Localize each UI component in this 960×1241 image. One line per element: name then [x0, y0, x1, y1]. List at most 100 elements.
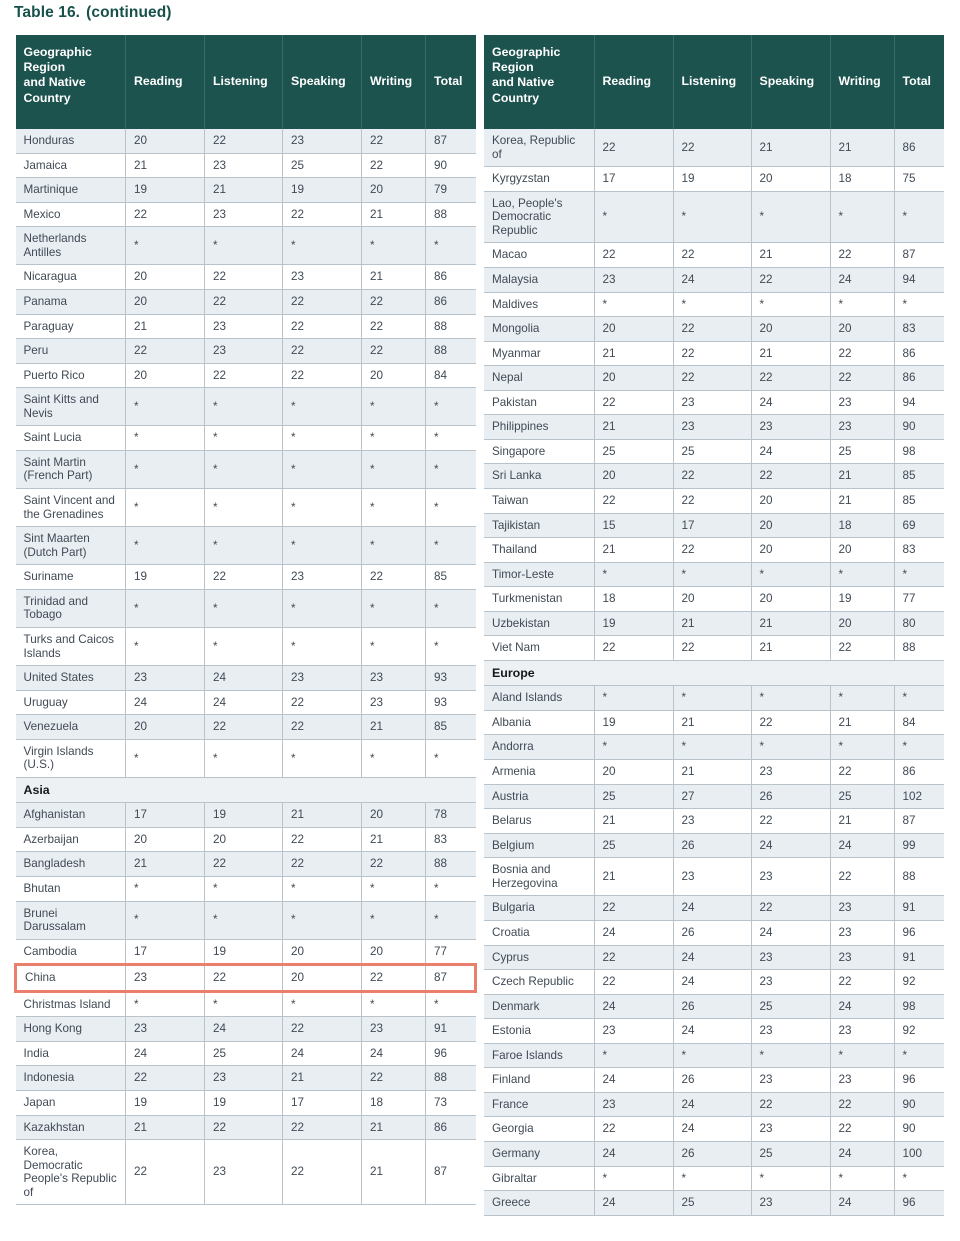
table-row: France 23 24 22 22 90: [484, 1092, 944, 1118]
total-cell: 73: [425, 1090, 476, 1116]
total-cell: 88: [425, 338, 476, 364]
listening-cell: 22: [673, 635, 752, 661]
speaking-cell: 23: [751, 1190, 831, 1216]
speaking-cell: 21: [751, 129, 831, 168]
country-cell: Timor-Leste: [484, 562, 595, 588]
listening-cell: 23: [673, 390, 752, 416]
writing-cell: 22: [361, 1065, 426, 1092]
writing-cell: 21: [830, 463, 895, 489]
country-cell: Korea, Democratic People's Republic of: [15, 1139, 126, 1206]
page-title: Table 16. (continued): [14, 4, 172, 22]
reading-cell: *: [125, 226, 205, 266]
listening-cell: 23: [204, 202, 283, 228]
country-cell: Brunei Darussalam: [15, 901, 126, 940]
total-cell: 98: [894, 439, 944, 465]
country-cell: Indonesia: [15, 1065, 126, 1092]
country-cell: Czech Republic: [484, 969, 595, 995]
country-cell: Gibraltar: [484, 1166, 595, 1192]
table-row: Maldives * * * * *: [484, 292, 944, 318]
total-cell: 91: [894, 945, 944, 971]
writing-cell: 22: [830, 365, 895, 391]
listening-cell: *: [204, 589, 283, 628]
reading-cell: *: [125, 876, 205, 902]
writing-cell: 24: [361, 1041, 426, 1067]
table-row: Germany 24 26 25 24 100: [484, 1141, 944, 1167]
writing-cell: *: [361, 627, 426, 667]
listening-cell: *: [673, 292, 752, 318]
country-cell: India: [15, 1041, 126, 1067]
reading-cell: *: [125, 387, 205, 427]
country-cell: Afghanistan: [15, 802, 126, 828]
section-header-label: Europe: [484, 660, 944, 687]
reading-cell: 24: [125, 690, 205, 716]
writing-cell: 22: [830, 857, 895, 897]
country-cell: Germany: [484, 1141, 595, 1167]
reading-cell: *: [125, 526, 205, 566]
table-row: Belgium 25 26 24 24 99: [484, 833, 944, 859]
writing-cell: *: [361, 387, 426, 427]
total-cell: 85: [425, 714, 476, 740]
reading-cell: 22: [125, 1065, 205, 1092]
speaking-cell: *: [282, 226, 362, 266]
writing-cell: 22: [361, 314, 426, 340]
listening-cell: *: [673, 734, 752, 761]
country-cell: Suriname: [15, 564, 126, 590]
writing-cell: 18: [830, 166, 895, 192]
column-header-reading: Reading: [125, 35, 205, 129]
table-row: Indonesia 22 23 21 22 88: [15, 1065, 476, 1092]
table-row: Tajikistan 15 17 20 18 69: [484, 513, 944, 539]
listening-cell: 19: [204, 939, 283, 966]
writing-cell: 22: [830, 341, 895, 367]
total-cell: *: [894, 292, 944, 318]
listening-cell: 20: [204, 827, 283, 853]
listening-cell: 22: [673, 316, 752, 342]
speaking-cell: *: [751, 1166, 831, 1192]
speaking-cell: *: [282, 387, 362, 427]
table-row: Philippines 21 23 23 23 90: [484, 414, 944, 440]
table-row: Macao 22 22 21 22 87: [484, 242, 944, 268]
reading-cell: 19: [125, 177, 205, 203]
speaking-cell: 22: [282, 1016, 362, 1042]
total-cell: *: [425, 387, 476, 427]
writing-cell: *: [830, 292, 895, 318]
country-cell: Martinique: [15, 177, 126, 203]
table-row: India 24 25 24 24 96: [15, 1041, 476, 1067]
speaking-cell: *: [751, 191, 831, 244]
table-row: Saint Lucia * * * * *: [15, 425, 476, 451]
writing-cell: 21: [830, 129, 895, 168]
column-header-writing: Writing: [830, 35, 895, 129]
writing-cell: 23: [361, 690, 426, 716]
listening-cell: 26: [673, 833, 752, 859]
total-cell: *: [425, 526, 476, 566]
table-row: Venezuela 20 22 22 21 85: [15, 714, 476, 740]
reading-cell: *: [594, 562, 674, 588]
writing-cell: *: [361, 901, 426, 940]
column-header-total: Total: [425, 35, 476, 129]
total-cell: 92: [894, 969, 944, 995]
header-line-1: Geographic: [23, 45, 92, 59]
listening-cell: 22: [204, 1115, 283, 1141]
speaking-cell: 23: [282, 129, 362, 154]
listening-cell: 22: [204, 129, 283, 154]
speaking-cell: 23: [751, 969, 831, 995]
listening-cell: *: [204, 450, 283, 490]
speaking-cell: *: [282, 425, 362, 451]
total-cell: *: [425, 425, 476, 451]
listening-cell: 24: [204, 1016, 283, 1042]
country-cell: Azerbaijan: [15, 827, 126, 853]
table-row: Korea, Democratic People's Republic of 22…: [15, 1139, 476, 1206]
country-cell: Uzbekistan: [484, 611, 595, 637]
speaking-cell: 21: [282, 802, 362, 828]
writing-cell: *: [830, 562, 895, 588]
writing-cell: 22: [830, 759, 895, 785]
total-cell: 87: [425, 129, 476, 154]
reading-cell: 20: [594, 316, 674, 342]
listening-cell: 22: [673, 488, 752, 514]
country-cell: Panama: [15, 289, 126, 315]
country-cell: Turkmenistan: [484, 586, 595, 612]
writing-cell: 25: [830, 784, 895, 810]
writing-cell: *: [830, 685, 895, 711]
speaking-cell: *: [751, 562, 831, 588]
speaking-cell: 25: [751, 994, 831, 1020]
reading-cell: 22: [125, 1139, 205, 1206]
